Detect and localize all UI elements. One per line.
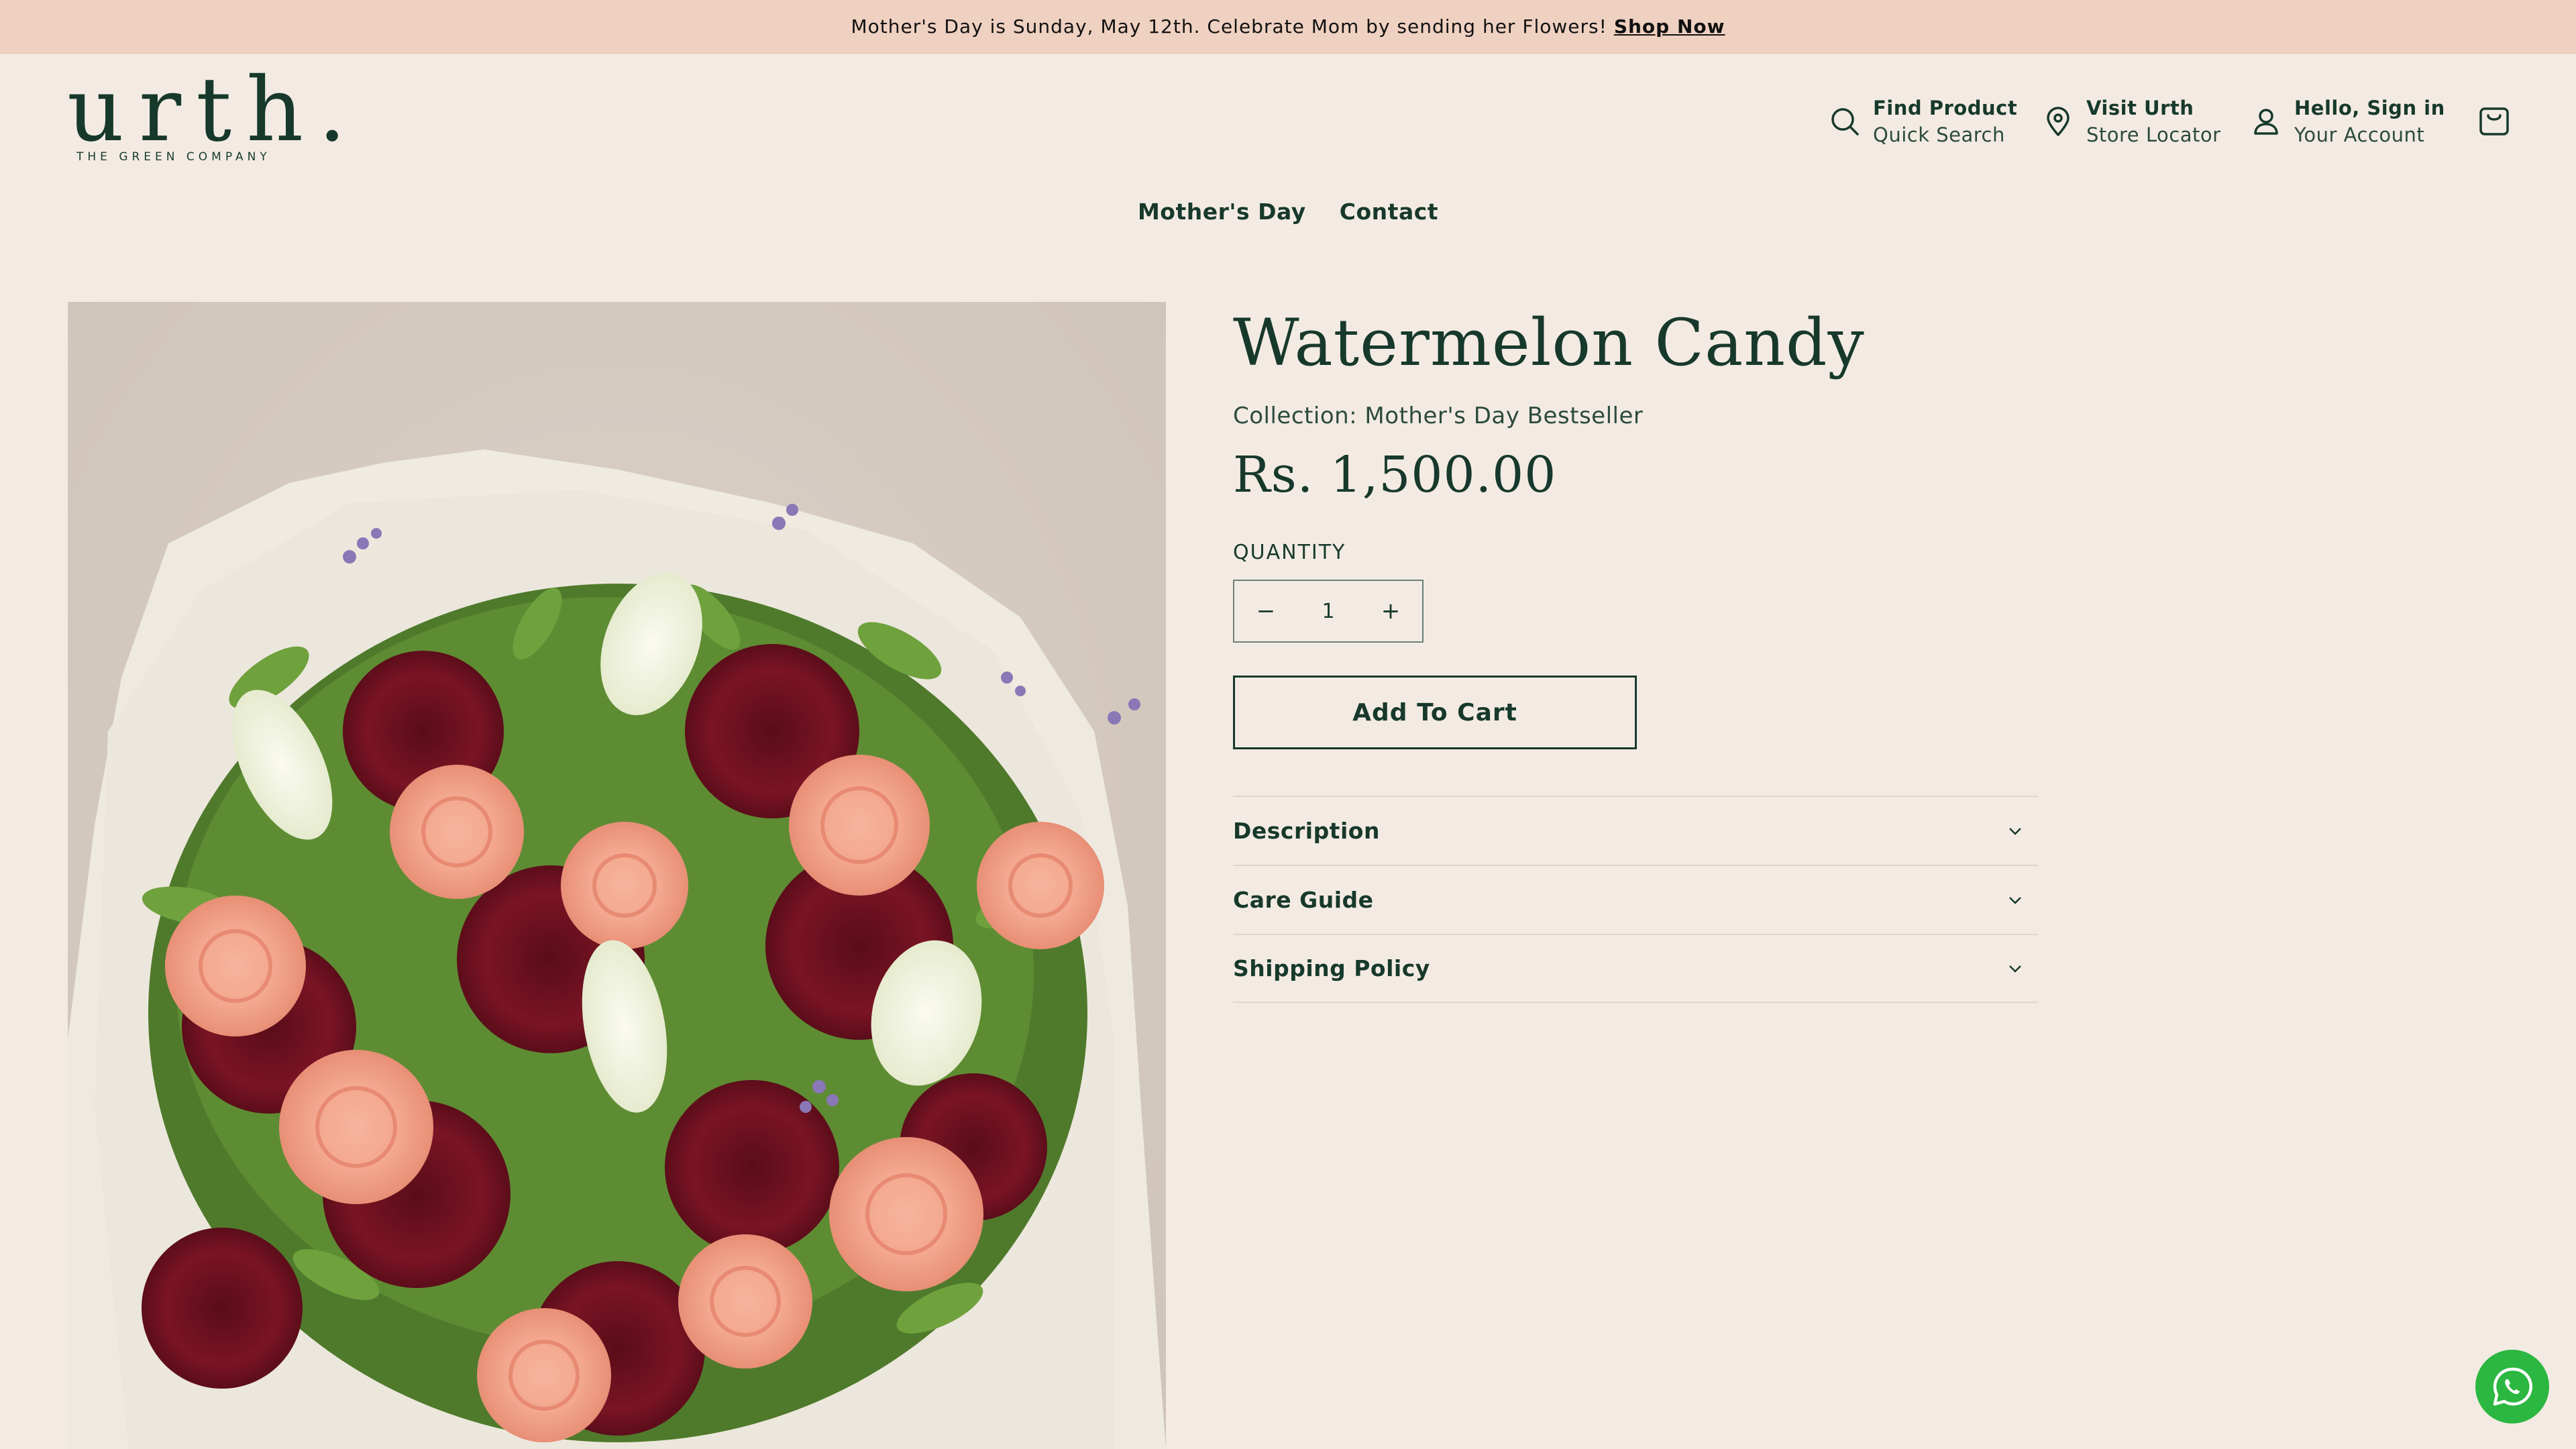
add-to-cart-button[interactable]: Add To Cart: [1233, 676, 1637, 749]
announcement-bar: Mother's Day is Sunday, May 12th. Celebr…: [0, 0, 2576, 54]
menu-item-contact[interactable]: Contact: [1340, 199, 1438, 225]
search-icon: [1831, 108, 1859, 136]
accordion-care-guide[interactable]: Care Guide: [1233, 865, 2038, 934]
accordion-label: Description: [1233, 818, 1380, 844]
quantity-label: QUANTITY: [1233, 541, 1346, 564]
account-button[interactable]: Hello, Sign in Your Account: [2250, 93, 2445, 150]
search-title: Find Product: [1873, 97, 2018, 119]
product-image[interactable]: [68, 302, 1166, 1449]
store-subtitle: Store Locator: [2086, 123, 2221, 146]
site-logo[interactable]: urth. THE GREEN COMPANY: [67, 59, 346, 173]
whatsapp-icon: [2493, 1367, 2532, 1406]
chevron-down-icon: [2009, 965, 2021, 973]
accordion-label: Shipping Policy: [1233, 955, 1430, 981]
accordion-shipping-policy[interactable]: Shipping Policy: [1233, 934, 2038, 1003]
accordion-description[interactable]: Description: [1233, 796, 2038, 865]
shop-now-link[interactable]: Shop Now: [1614, 15, 1725, 38]
chevron-down-icon: [2009, 827, 2021, 835]
product-price: Rs. 1,500.00: [1233, 446, 1557, 504]
increase-quantity-button[interactable]: +: [1359, 581, 1422, 641]
product-accordion: Description Care Guide Shipping Policy: [1233, 796, 2038, 1003]
store-locator-button[interactable]: Visit Urth Store Locator: [2042, 93, 2221, 150]
map-pin-icon: [2047, 107, 2070, 136]
quantity-input[interactable]: 1: [1297, 600, 1359, 623]
user-icon: [2254, 109, 2278, 135]
accordion-label: Care Guide: [1233, 887, 1374, 913]
bouquet-illustration: [68, 449, 1166, 1449]
shopping-bag-icon[interactable]: [2475, 102, 2513, 140]
quantity-stepper: − 1 +: [1233, 580, 1424, 643]
logo-tagline: THE GREEN COMPANY: [76, 150, 271, 164]
chevron-down-icon: [2009, 896, 2021, 904]
main-menu: Mother's Day Contact: [0, 199, 2576, 225]
product-title: Watermelon Candy: [1233, 305, 1865, 380]
quick-search-button[interactable]: Find Product Quick Search: [1829, 93, 2017, 150]
account-subtitle: Your Account: [2294, 123, 2425, 146]
announcement-text: Mother's Day is Sunday, May 12th. Celebr…: [851, 15, 1607, 38]
search-subtitle: Quick Search: [1873, 123, 2005, 146]
product-collection: Collection: Mother's Day Bestseller: [1233, 402, 1644, 429]
store-title: Visit Urth: [2086, 97, 2194, 119]
account-title: Hello, Sign in: [2294, 97, 2445, 119]
menu-item-mothers-day[interactable]: Mother's Day: [1138, 199, 1306, 225]
logo-wordmark: urth.: [67, 58, 362, 162]
whatsapp-chat-button[interactable]: [2475, 1350, 2549, 1424]
decrease-quantity-button[interactable]: −: [1234, 581, 1297, 641]
